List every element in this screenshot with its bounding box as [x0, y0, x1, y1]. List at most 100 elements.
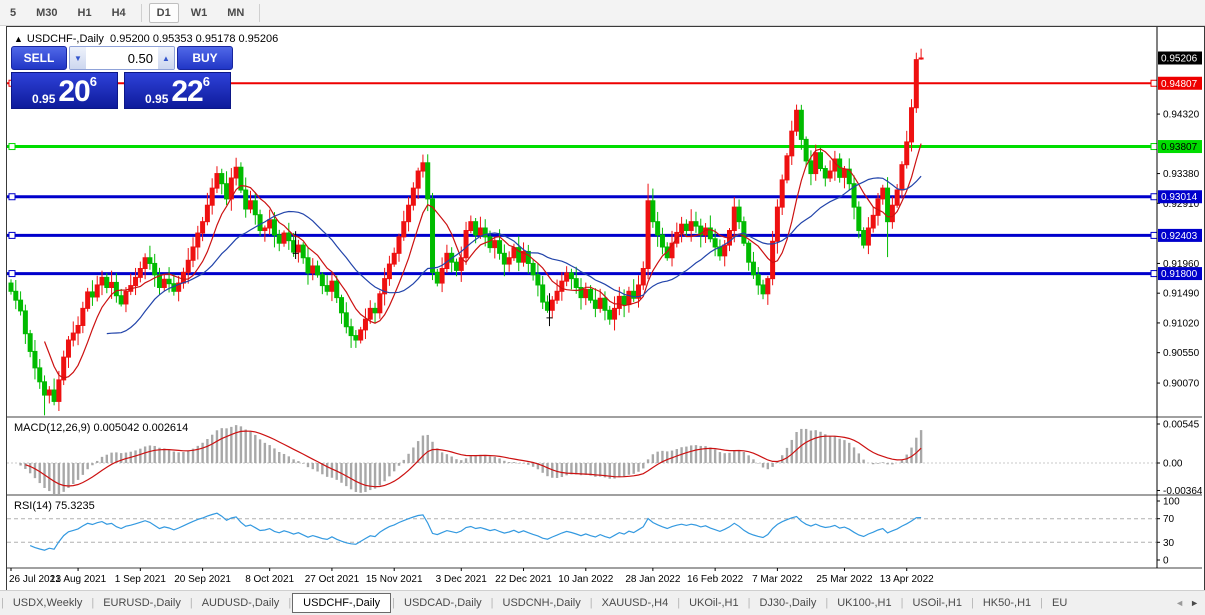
moving-average-layer	[43, 143, 922, 379]
svg-text:28 Jan 2022: 28 Jan 2022	[625, 574, 680, 585]
symbol-arrow-icon: ▲	[14, 34, 23, 44]
svg-text:27 Oct 2021: 27 Oct 2021	[305, 574, 360, 585]
tab-separator: |	[677, 597, 681, 609]
rsi-indicator-label: RSI(14) 75.3235	[14, 500, 95, 512]
line-handle[interactable]	[8, 270, 16, 278]
tab-separator: |	[589, 597, 593, 609]
svg-text:0.94320: 0.94320	[1163, 110, 1200, 121]
buy-button[interactable]: BUY	[177, 46, 233, 70]
svg-text:0.91800: 0.91800	[1161, 269, 1198, 280]
timeframe-button-5[interactable]: 5	[2, 3, 24, 23]
hline-levels-layer[interactable]	[7, 79, 1157, 278]
chart-window: 0.94320 0.93380 0.92910 0.91960 0.91490 0.910…	[6, 26, 1205, 591]
svg-text:13 Aug 2021: 13 Aug 2021	[50, 574, 107, 585]
volume-decrease-icon[interactable]: ▼	[70, 47, 86, 69]
tab-separator: |	[825, 597, 829, 609]
svg-text:0.00: 0.00	[1163, 459, 1183, 470]
line-handle[interactable]	[8, 143, 16, 151]
svg-text:0.00545: 0.00545	[1163, 420, 1200, 431]
svg-text:25 Mar 2022: 25 Mar 2022	[816, 574, 873, 585]
timeframe-button-w1[interactable]: W1	[183, 3, 216, 23]
symbol-tab-usdchf-daily[interactable]: USDCHF-,Daily	[292, 593, 392, 613]
tab-separator: |	[392, 597, 396, 609]
line-handle[interactable]	[1150, 270, 1157, 278]
svg-text:0.91020: 0.91020	[1163, 318, 1200, 329]
price-axis: 0.943200.933800.929100.919600.914900.910…	[1157, 51, 1202, 567]
tab-separator: |	[91, 597, 95, 609]
tab-separator: |	[288, 597, 292, 609]
line-handle[interactable]	[1150, 143, 1157, 151]
svg-text:0.93807: 0.93807	[1161, 142, 1198, 153]
line-handle[interactable]	[8, 193, 16, 201]
symbol-tabbar: | USDX,Weekly | EURUSD-,Daily | AUDUSD-,Daily…	[0, 590, 1205, 615]
symbol-tab-xauusd-h4[interactable]: XAUUSD-,H4	[594, 594, 677, 612]
sell-price-sup: 6	[89, 74, 97, 89]
timeframe-button-h4[interactable]: H4	[104, 3, 134, 23]
macd-panel-layer	[7, 425, 1157, 494]
symbol-tab-usoil-h1[interactable]: USOil-,H1	[904, 594, 970, 612]
ma-line	[43, 143, 922, 379]
svg-text:0.93380: 0.93380	[1163, 169, 1200, 180]
svg-text:100: 100	[1163, 497, 1180, 508]
symbol-tab-usdcnh-daily[interactable]: USDCNH-,Daily	[495, 594, 589, 612]
chart-title: ▲ USDCHF-,Daily 0.95200 0.95353 0.95178 0…	[14, 33, 278, 45]
svg-text:22 Dec 2021: 22 Dec 2021	[495, 574, 552, 585]
one-click-trading-panel: SELL ▼ ▲ BUY 0.95 20 6 0.95 22 6	[11, 46, 233, 109]
tab-scroll-arrows: ◄ ►	[1172, 591, 1202, 615]
symbol-tab-eurusd-daily[interactable]: EURUSD-,Daily	[95, 594, 189, 612]
svg-text:3 Dec 2021: 3 Dec 2021	[436, 574, 488, 585]
timeframe-button-m30[interactable]: M30	[28, 3, 65, 23]
sell-price-box[interactable]: 0.95 20 6	[11, 72, 118, 109]
line-handle[interactable]	[1150, 193, 1157, 201]
symbol-tab-audusd-daily[interactable]: AUDUSD-,Daily	[194, 594, 288, 612]
tab-scroll-right-icon[interactable]: ►	[1190, 598, 1199, 608]
timeframe-button-h1[interactable]: H1	[70, 3, 100, 23]
macd-indicator-label: MACD(12,26,9) 0.005042 0.002614	[14, 422, 189, 434]
tab-separator: |	[900, 597, 904, 609]
svg-text:8 Oct 2021: 8 Oct 2021	[245, 574, 294, 585]
toolbar-separator	[259, 3, 261, 22]
buy-price-small: 0.95	[145, 92, 169, 106]
chart-canvas: 0.943200.933800.929100.919600.914900.910…	[7, 27, 1202, 585]
tab-separator: |	[1040, 597, 1043, 609]
svg-text:15 Nov 2021: 15 Nov 2021	[366, 574, 423, 585]
symbol-tab-eu[interactable]: EU	[1044, 594, 1075, 612]
symbol-tab-ukoil-h1[interactable]: UKOil-,H1	[681, 594, 747, 612]
symbol-tab-hk50-h1[interactable]: HK50-,H1	[975, 594, 1039, 612]
volume-stepper: ▼ ▲	[69, 46, 175, 70]
svg-text:30: 30	[1163, 538, 1175, 549]
svg-text:0.90070: 0.90070	[1163, 379, 1200, 390]
svg-text:0: 0	[1163, 556, 1169, 567]
line-handle[interactable]	[1150, 231, 1157, 239]
date-axis: 26 Jul 202113 Aug 2021 1 Sep 2021 20 Sep 2…	[9, 568, 934, 585]
rsi-panel-layer	[7, 512, 1157, 551]
symbol-tab-uk100-h1[interactable]: UK100-,H1	[829, 594, 899, 612]
svg-text:7 Mar 2022: 7 Mar 2022	[752, 574, 803, 585]
chart-title-text: USDCHF-,Daily 0.95200 0.95353 0.95178 0.…	[26, 33, 279, 45]
tab-scroll-left-icon[interactable]: ◄	[1175, 598, 1184, 608]
timeframe-button-mn[interactable]: MN	[219, 3, 252, 23]
svg-text:70: 70	[1163, 514, 1175, 525]
buy-price-box[interactable]: 0.95 22 6	[124, 72, 231, 109]
svg-text:1 Sep 2021: 1 Sep 2021	[115, 574, 167, 585]
svg-text:0.90550: 0.90550	[1163, 348, 1200, 359]
svg-text:20 Sep 2021: 20 Sep 2021	[174, 574, 231, 585]
sell-button[interactable]: SELL	[11, 46, 67, 70]
sell-price-big: 20	[58, 75, 90, 108]
svg-text:0.91490: 0.91490	[1163, 289, 1200, 300]
tab-separator: |	[747, 597, 751, 609]
symbol-tab-dj30-daily[interactable]: DJ30-,Daily	[751, 594, 824, 612]
svg-text:0.92403: 0.92403	[1161, 231, 1198, 242]
timeframe-button-d1[interactable]: D1	[148, 2, 179, 23]
line-handle[interactable]	[1150, 79, 1157, 87]
sell-price-small: 0.95	[32, 92, 56, 106]
svg-text:16 Feb 2022: 16 Feb 2022	[687, 574, 744, 585]
toolbar-separator	[140, 3, 142, 22]
volume-input[interactable]	[86, 47, 158, 69]
line-handle[interactable]	[8, 231, 16, 239]
volume-increase-icon[interactable]: ▲	[158, 47, 174, 69]
symbol-tab-usdx-weekly[interactable]: USDX,Weekly	[5, 594, 90, 612]
symbol-tab-usdcad-daily[interactable]: USDCAD-,Daily	[396, 594, 490, 612]
svg-text:10 Jan 2022: 10 Jan 2022	[558, 574, 613, 585]
svg-text:-0.00364: -0.00364	[1163, 486, 1202, 497]
